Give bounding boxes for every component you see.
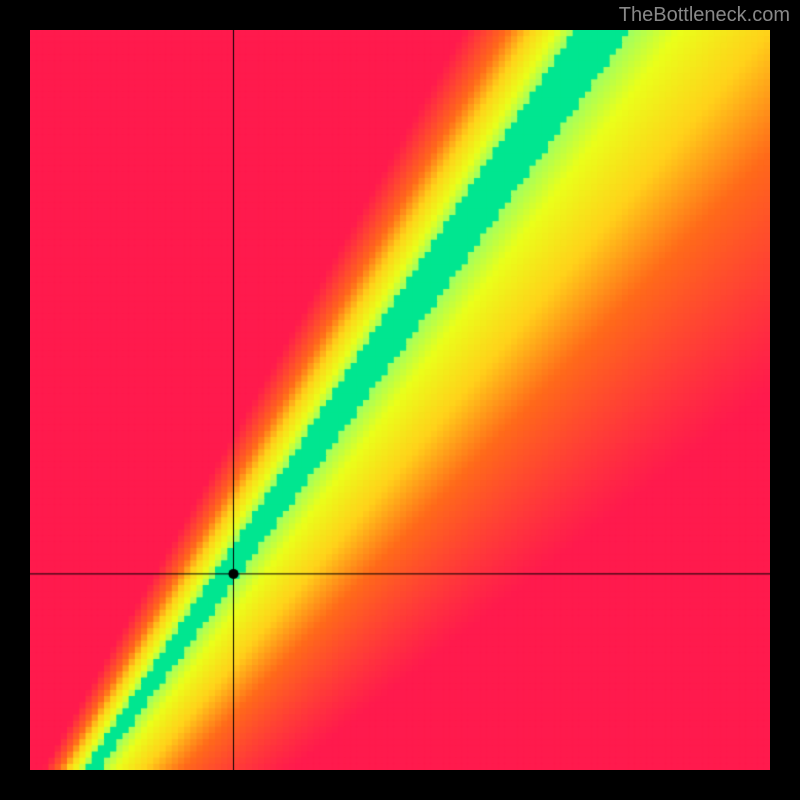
watermark-label: TheBottleneck.com <box>619 4 790 27</box>
bottleneck-heatmap <box>30 30 770 770</box>
